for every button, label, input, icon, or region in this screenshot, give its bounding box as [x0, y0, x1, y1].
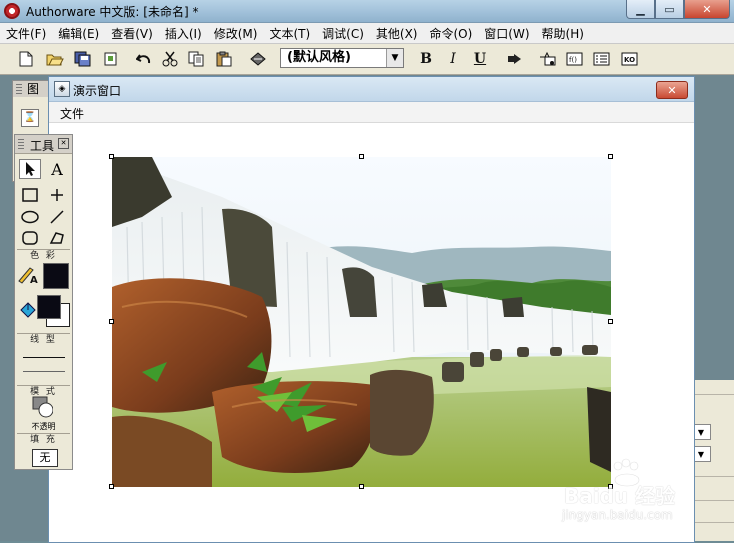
svg-text:f(): f(): [569, 56, 577, 64]
opaque-mode-icon[interactable]: [31, 396, 53, 418]
fill-bucket-icon[interactable]: [17, 301, 39, 321]
diagonal-line-tool[interactable]: [46, 207, 68, 227]
text-tool[interactable]: A: [46, 159, 68, 179]
menu-insert[interactable]: 插入(I): [159, 25, 208, 42]
presentation-title-bar: ◈ 演示窗口 ✕: [49, 77, 694, 102]
svg-text:KO: KO: [624, 56, 635, 64]
color-section-label: 色 彩: [17, 249, 70, 262]
paste-icon[interactable]: [214, 49, 234, 69]
knowledge-objects-icon[interactable]: KO: [620, 49, 640, 69]
waterfall-photo[interactable]: [112, 157, 611, 487]
resize-handle[interactable]: [359, 484, 364, 489]
menu-other[interactable]: 其他(X): [370, 25, 424, 42]
svg-text:A: A: [30, 275, 38, 285]
fill-foreground-swatch[interactable]: [37, 295, 61, 319]
line-style-thin[interactable]: [23, 357, 65, 358]
text-style-select[interactable]: (默认风格) ▼: [280, 48, 404, 68]
menu-bar: 文件(F) 编辑(E) 查看(V) 插入(I) 修改(M) 文本(T) 调试(C…: [0, 23, 734, 44]
resize-handle[interactable]: [608, 154, 613, 159]
grip-icon[interactable]: [18, 139, 24, 149]
window-title: Authorware 中文版: [未命名] *: [26, 5, 199, 19]
underline-button[interactable]: U: [470, 49, 490, 69]
resize-handle[interactable]: [359, 154, 364, 159]
line-section-label: 线 型: [17, 333, 70, 346]
grip-icon[interactable]: [16, 84, 22, 94]
run-icon[interactable]: [505, 49, 525, 69]
bold-button[interactable]: B: [416, 49, 436, 69]
save-all-icon[interactable]: [73, 49, 93, 69]
window-controls: ▁ ▭ ✕: [626, 0, 730, 19]
minimize-button[interactable]: ▁: [626, 0, 655, 19]
chevron-down-icon[interactable]: ▼: [386, 49, 403, 67]
resize-handle[interactable]: [109, 484, 114, 489]
menu-file[interactable]: 文件(F): [0, 25, 52, 42]
ellipse-tool[interactable]: [19, 207, 41, 227]
authorware-main-window: Authorware 中文版: [未命名] * ▁ ▭ ✕ 文件(F) 编辑(E…: [0, 0, 734, 543]
import-icon[interactable]: [101, 49, 121, 69]
menu-text[interactable]: 文本(T): [263, 25, 316, 42]
resize-handle[interactable]: [608, 319, 613, 324]
presentation-menu-bar: 文件: [49, 102, 694, 123]
crosshair-line-tool[interactable]: [46, 185, 68, 205]
pen-color-icon[interactable]: A: [17, 265, 39, 285]
find-icon[interactable]: [248, 49, 268, 69]
presentation-close-button[interactable]: ✕: [656, 81, 688, 99]
watermark-url: jingyan.baidu.com: [562, 508, 673, 522]
tools-palette: 工具 ✕ A 色 彩 A 线 型 模 式 不透明 填 充 无: [14, 134, 73, 470]
divider: [691, 394, 734, 395]
fill-section-label: 填 充: [17, 433, 70, 446]
maximize-button[interactable]: ▭: [655, 0, 684, 19]
polygon-tool[interactable]: [46, 228, 68, 248]
pointer-tool[interactable]: [19, 159, 41, 179]
pen-color-swatch[interactable]: [43, 263, 69, 289]
cut-icon[interactable]: [160, 49, 180, 69]
authorware-logo-icon: [4, 3, 20, 19]
menu-edit[interactable]: 编辑(E): [52, 25, 105, 42]
menu-help[interactable]: 帮助(H): [536, 25, 590, 42]
presentation-window-title: 演示窗口: [73, 84, 122, 98]
variables-icon[interactable]: [592, 49, 612, 69]
tools-palette-title: 工具: [30, 139, 55, 153]
rectangle-tool[interactable]: [19, 185, 41, 205]
fill-pattern-none[interactable]: 无: [32, 449, 58, 467]
presentation-menu-file[interactable]: 文件: [60, 105, 84, 122]
undo-icon[interactable]: [134, 49, 154, 69]
italic-button[interactable]: I: [443, 49, 463, 69]
close-icon[interactable]: ✕: [58, 138, 69, 149]
wait-icon[interactable]: ⌛: [21, 109, 39, 127]
rounded-rectangle-tool[interactable]: [19, 228, 41, 248]
line-style-thin-gray[interactable]: [23, 371, 65, 372]
copy-icon[interactable]: [187, 49, 207, 69]
menu-view[interactable]: 查看(V): [105, 25, 159, 42]
functions-icon[interactable]: f(): [565, 49, 585, 69]
resize-handle[interactable]: [109, 154, 114, 159]
new-icon[interactable]: [16, 49, 36, 69]
tools-palette-header[interactable]: 工具 ✕: [15, 135, 72, 154]
baidu-watermark: Baidu 经验 jingyan.baidu.com: [560, 458, 700, 528]
resize-handle[interactable]: [109, 319, 114, 324]
mode-value: 不透明: [31, 422, 56, 431]
menu-debug[interactable]: 调试(C): [316, 25, 370, 42]
close-button[interactable]: ✕: [684, 0, 730, 19]
presentation-window-icon: ◈: [54, 81, 70, 97]
control-panel-icon[interactable]: [538, 49, 558, 69]
watermark-brand: Baidu 经验: [564, 484, 676, 508]
title-bar: Authorware 中文版: [未命名] * ▁ ▭ ✕: [0, 0, 734, 23]
menu-commands[interactable]: 命令(O): [423, 25, 478, 42]
open-icon[interactable]: [45, 49, 65, 69]
menu-modify[interactable]: 修改(M): [208, 25, 264, 42]
text-style-value: (默认风格): [287, 50, 351, 65]
menu-window[interactable]: 窗口(W): [478, 25, 535, 42]
